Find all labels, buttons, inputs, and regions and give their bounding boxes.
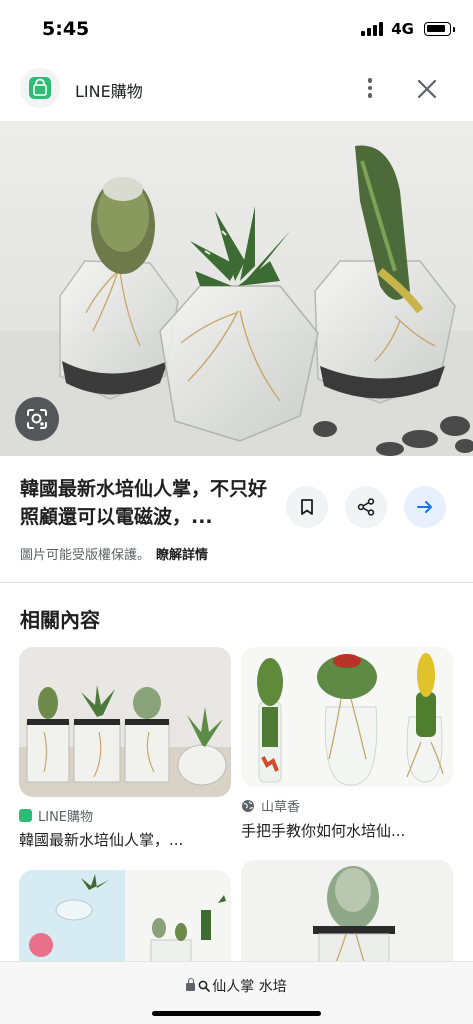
result-title-block: 韓國最新水培仙人掌，不只好照顧還可以電磁波，... — [20, 475, 285, 531]
app-header: LINE購物 — [0, 58, 473, 118]
lens-search-button[interactable] — [15, 397, 59, 441]
url-row[interactable]: 仙人掌 水培 — [0, 976, 473, 996]
related-card-2-title[interactable]: 手把手教你如何水培仙... — [241, 820, 453, 841]
related-card-1-source-label: LINE購物 — [38, 810, 94, 825]
related-card-1-image[interactable] — [19, 647, 231, 797]
status-time: 5:45 — [42, 18, 90, 40]
line-shopping-bag-icon — [20, 68, 60, 108]
learn-more-link[interactable]: 瞭解詳情 — [156, 548, 208, 563]
bottom-address-bar[interactable]: 仙人掌 水培 — [0, 961, 473, 1024]
more-options-button[interactable] — [358, 74, 382, 102]
copyright-notice: 圖片可能受版權保護。 — [20, 548, 151, 563]
status-bar: 5:45 4G — [0, 0, 473, 58]
battery-icon — [424, 22, 455, 36]
page: 5:45 4G LINE購物 韓國最新水培仙人掌，不只好照顧還可以電磁波，...… — [0, 0, 473, 1024]
signal-icon — [361, 22, 384, 36]
home-indicator — [152, 1011, 321, 1016]
app-title: LINE購物 — [75, 82, 143, 101]
globe-icon — [242, 799, 254, 812]
visit-button[interactable] — [404, 486, 446, 528]
close-button[interactable] — [414, 76, 440, 102]
network-type: 4G — [391, 20, 414, 38]
lens-icon — [27, 409, 47, 429]
result-title[interactable]: 韓國最新水培仙人掌，不只好照顧還可以電磁波，... — [20, 475, 285, 531]
section-divider — [0, 582, 473, 583]
close-icon — [417, 79, 437, 99]
bookmark-button[interactable] — [286, 486, 328, 528]
bookmark-icon — [301, 499, 313, 515]
search-icon — [198, 980, 211, 992]
related-heading: 相關內容 — [20, 608, 100, 632]
related-card-2-image[interactable] — [241, 647, 453, 787]
status-icons: 4G — [361, 20, 455, 38]
share-button[interactable] — [345, 486, 387, 528]
related-card-2-source-label: 山草香 — [261, 800, 301, 815]
hero-image[interactable] — [0, 121, 473, 456]
related-card-1-title[interactable]: 韓國最新水培仙人掌，... — [19, 829, 231, 850]
related-card-2-source: 山草香 — [241, 796, 300, 815]
arrow-right-icon — [417, 501, 432, 513]
related-card-1-source: LINE購物 — [19, 806, 93, 825]
line-shopping-source-icon — [19, 809, 32, 822]
search-query: 仙人掌 水培 — [212, 979, 287, 995]
share-icon — [357, 498, 375, 516]
lock-icon — [186, 978, 196, 991]
copyright-caption: 圖片可能受版權保護。 瞭解詳情 — [20, 544, 208, 563]
